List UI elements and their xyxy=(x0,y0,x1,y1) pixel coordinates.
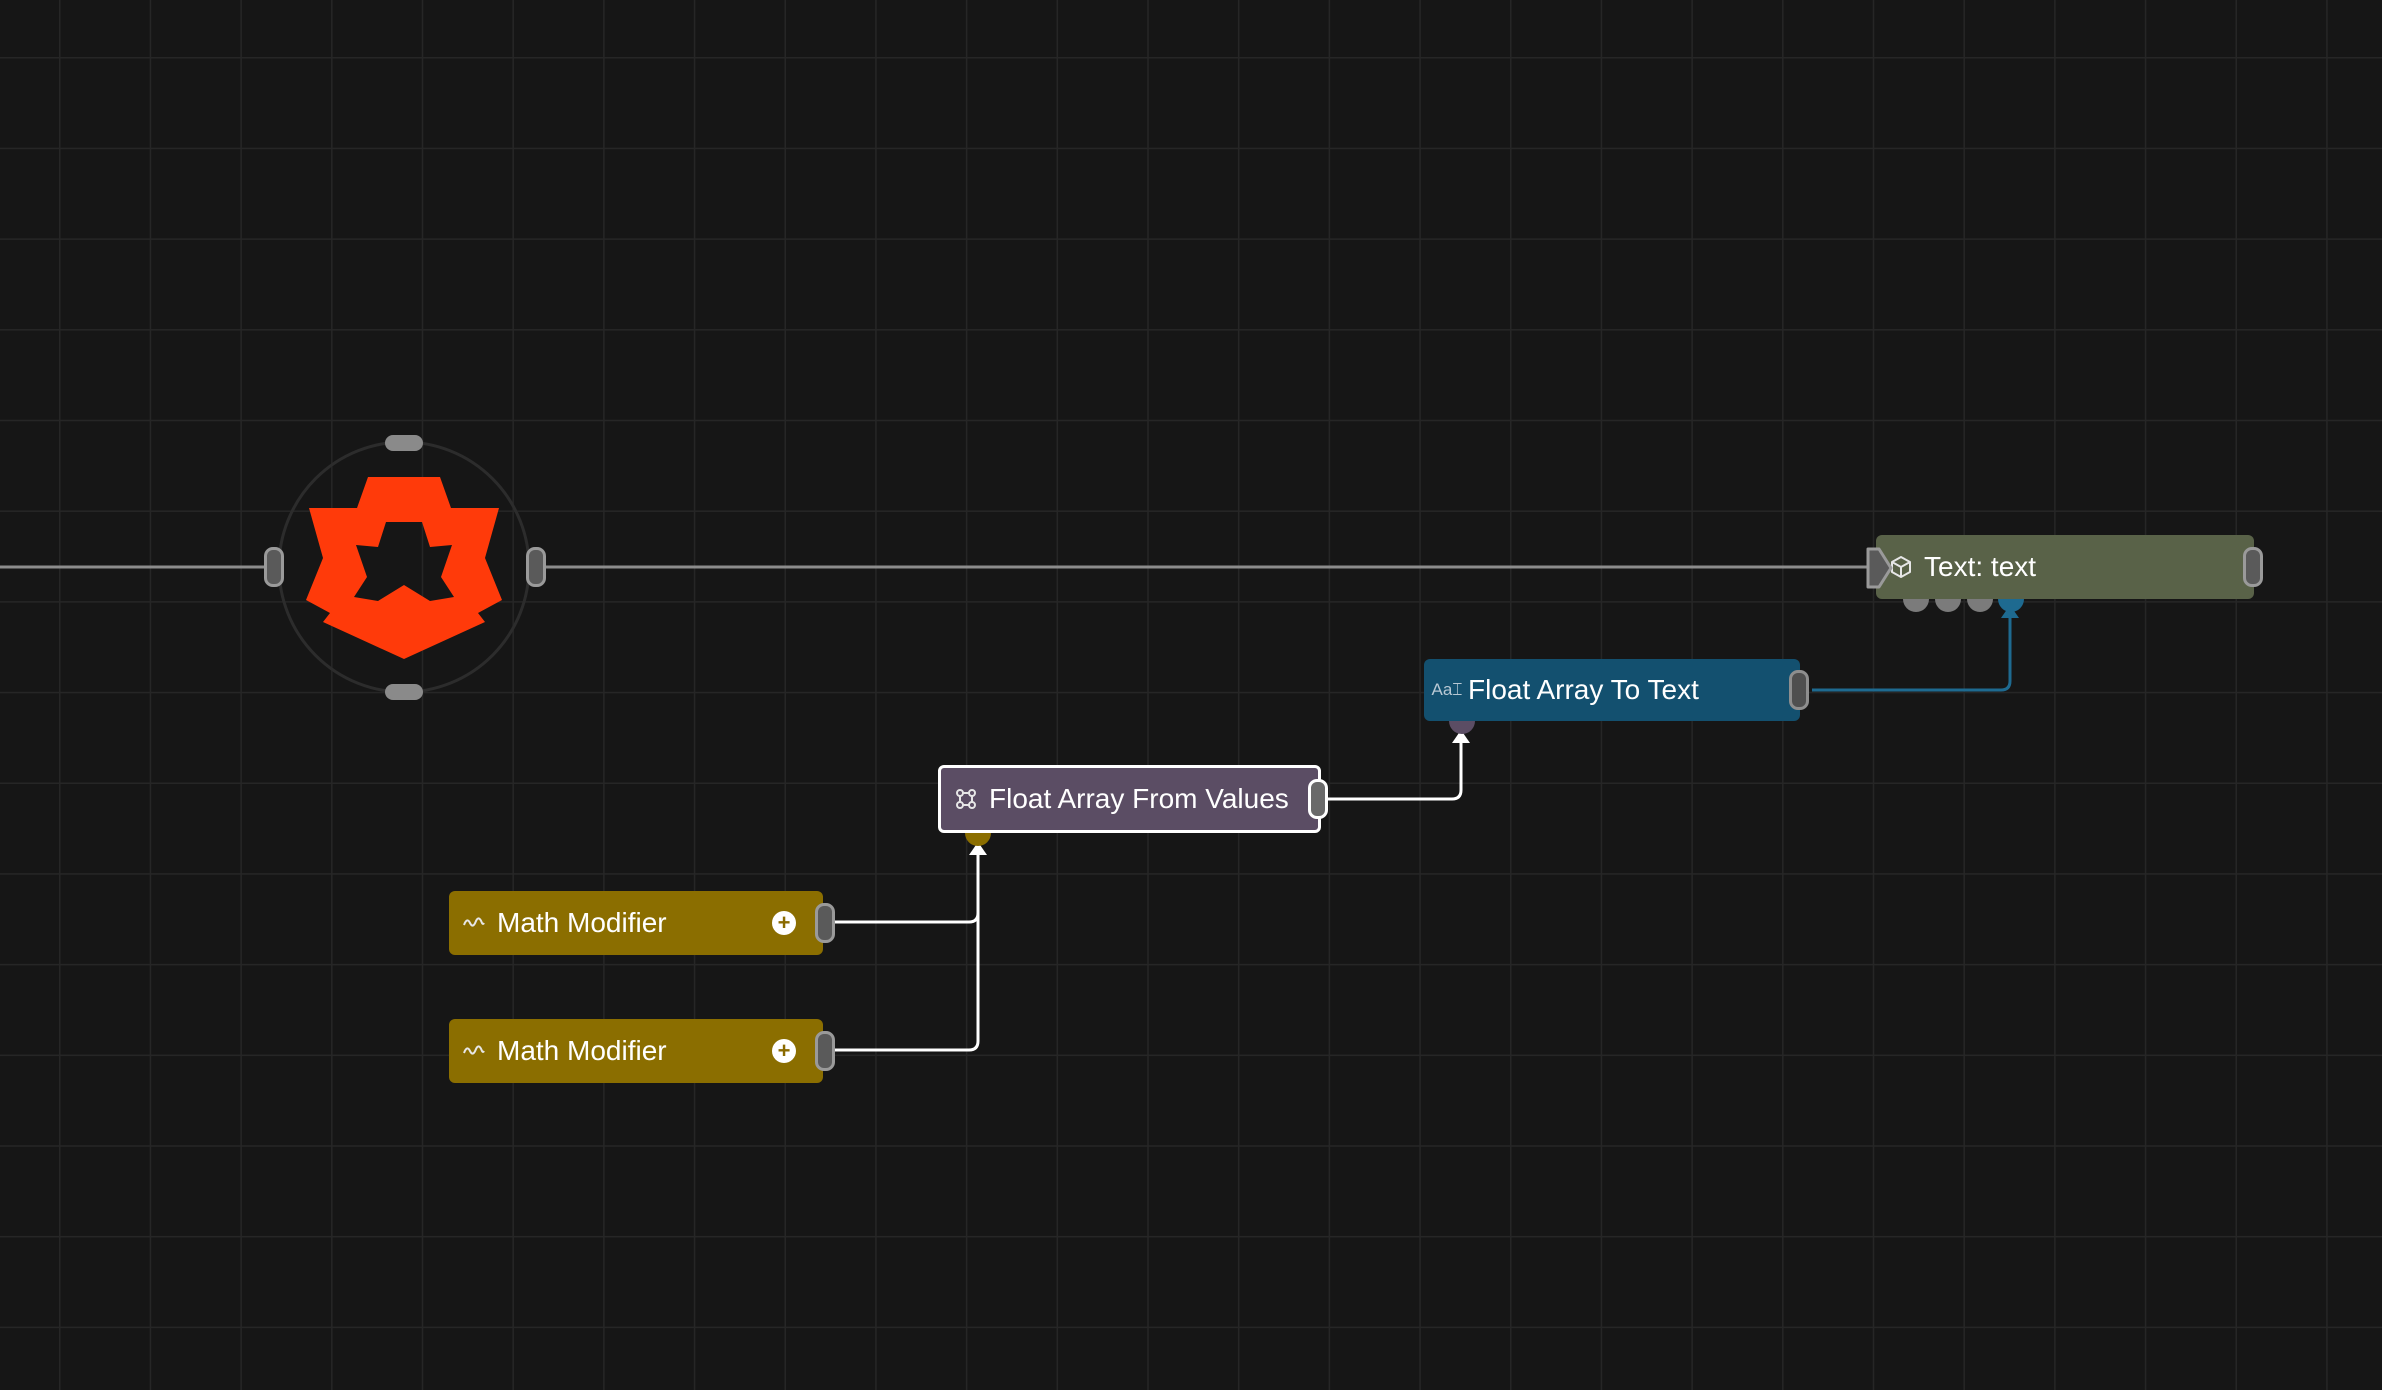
hub-left-port[interactable] xyxy=(264,547,284,587)
node-graph-canvas[interactable]: Text: text Aa⌶ Float Array To Text Float… xyxy=(0,0,2382,1390)
math-modifier-output-port[interactable] xyxy=(815,903,835,943)
float-array-to-text-label: Float Array To Text xyxy=(1468,674,1699,705)
math-modifier-label: Math Modifier xyxy=(497,1035,667,1066)
hub-bottom-port[interactable] xyxy=(385,684,423,700)
hub-right-port[interactable] xyxy=(526,547,546,587)
text-format-icon: Aa⌶ xyxy=(1431,680,1463,699)
wire-mm1-to-fafv[interactable] xyxy=(830,852,980,924)
add-button[interactable]: + xyxy=(772,911,796,935)
math-modifier-output-port[interactable] xyxy=(815,1031,835,1071)
float-array-to-text-node[interactable]: Aa⌶ Float Array To Text xyxy=(1424,659,1800,721)
math-modifier-node[interactable]: Math Modifier xyxy=(449,891,823,955)
text-node-input-port[interactable] xyxy=(1865,546,1895,590)
float-array-from-values-label: Float Array From Values xyxy=(989,783,1289,814)
wire-fatt-to-text[interactable] xyxy=(1812,615,2012,692)
wave-icon xyxy=(461,1038,487,1064)
logo-icon[interactable] xyxy=(306,477,502,659)
math-modifier-label: Math Modifier xyxy=(497,907,667,938)
float-array-to-text-output-port[interactable] xyxy=(1789,670,1809,710)
wire-mm2-to-fafv[interactable] xyxy=(830,852,980,1052)
hub-top-port[interactable] xyxy=(385,435,423,451)
text-node-label: Text: text xyxy=(1924,551,2037,582)
float-array-from-values-output-port[interactable] xyxy=(1308,779,1328,819)
wave-icon xyxy=(461,910,487,936)
math-modifier-node[interactable]: Math Modifier xyxy=(449,1019,823,1083)
array-icon xyxy=(953,786,979,812)
add-button[interactable]: + xyxy=(772,1039,796,1063)
text-node-output-port[interactable] xyxy=(2243,547,2263,587)
text-node[interactable]: Text: text xyxy=(1876,535,2254,599)
wire-fafv-to-fatt[interactable] xyxy=(1326,740,1463,801)
float-array-from-values-node[interactable]: Float Array From Values xyxy=(938,765,1321,833)
connection-wires xyxy=(0,440,2019,1052)
